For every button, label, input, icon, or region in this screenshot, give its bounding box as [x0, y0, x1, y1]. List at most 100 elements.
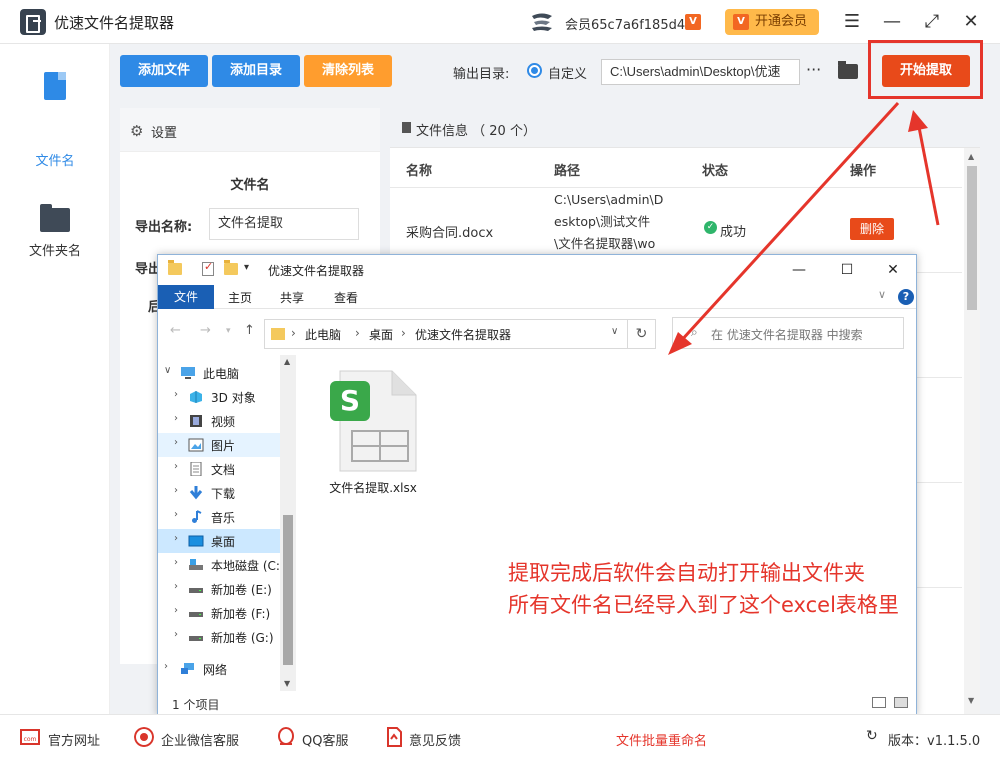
refresh-version-icon[interactable]: ↻	[866, 728, 878, 744]
breadcrumb-this-pc[interactable]: 此电脑	[305, 326, 341, 343]
column-header-name[interactable]: 名称	[406, 160, 432, 179]
computer-icon	[181, 367, 195, 379]
add-dir-button[interactable]: 添加目录	[212, 55, 300, 87]
properties-icon[interactable]	[202, 260, 214, 276]
tree-item-drive-f[interactable]: › 新加卷 (F:)	[158, 601, 280, 625]
chevron-down-icon[interactable]: ∨	[164, 365, 171, 376]
forward-icon[interactable]: →	[200, 323, 211, 338]
tree-item-downloads[interactable]: › 下载	[158, 481, 280, 505]
tree-item-desktop[interactable]: › 桌面	[158, 529, 280, 553]
close-icon[interactable]: ✕	[959, 10, 983, 34]
tab-home[interactable]: 主页	[228, 289, 252, 306]
file-list-scrollbar[interactable]: ▲ ▼	[964, 148, 980, 714]
breadcrumb-current[interactable]: 优速文件名提取器	[415, 326, 511, 343]
add-file-button[interactable]: 添加文件	[120, 55, 208, 87]
up-icon[interactable]: ↑	[244, 323, 255, 338]
tree-item-drive-c[interactable]: › 本地磁盘 (C:	[158, 553, 280, 577]
sidebar-item-folder-name[interactable]: 文件夹名	[0, 196, 110, 266]
chevron-right-icon[interactable]: ›	[174, 389, 178, 400]
navigation-pane: ∨ 此电脑 › 3D 对象 › 视频 › 图片 › 文档 › 下载 › 音乐 ›…	[158, 353, 298, 691]
navigation-scrollbar[interactable]: ▲ ▼	[280, 355, 296, 691]
chevron-right-icon[interactable]: ›	[174, 533, 178, 544]
tree-item-documents[interactable]: › 文档	[158, 457, 280, 481]
column-header-path[interactable]: 路径	[554, 160, 580, 179]
export-name-label: 导出名称:	[135, 220, 193, 235]
chevron-right-icon[interactable]: ›	[174, 509, 178, 520]
scroll-up-icon[interactable]: ▲	[284, 357, 290, 366]
tree-item-3d-objects[interactable]: › 3D 对象	[158, 385, 280, 409]
tab-view[interactable]: 查看	[334, 289, 358, 306]
explorer-title: 优速文件名提取器	[268, 264, 365, 278]
address-dropdown-icon[interactable]: ∨	[611, 326, 618, 337]
video-icon	[190, 415, 202, 427]
column-header-status[interactable]: 状态	[702, 160, 728, 179]
chevron-right-icon[interactable]: ›	[164, 661, 168, 672]
chevron-right-icon[interactable]: ›	[174, 437, 178, 448]
tab-share[interactable]: 共享	[280, 289, 304, 306]
column-header-action[interactable]: 操作	[850, 160, 876, 179]
search-input[interactable]: ⌕ 在 优速文件名提取器 中搜索	[672, 317, 904, 349]
success-icon: ✓	[704, 221, 717, 234]
open-folder-icon[interactable]	[838, 61, 858, 79]
custom-radio[interactable]	[527, 63, 542, 78]
details-view-icon[interactable]	[872, 697, 886, 708]
breadcrumb-desktop[interactable]: 桌面	[369, 326, 393, 343]
minimize-icon[interactable]: —	[880, 10, 904, 34]
export-name-input[interactable]: 文件名提取	[209, 208, 359, 240]
explorer-title-bar: ▾ 优速文件名提取器 — ☐ ✕	[158, 255, 916, 285]
chevron-right-icon[interactable]: ›	[174, 557, 178, 568]
tree-item-this-pc[interactable]: ∨ 此电脑	[158, 361, 280, 385]
tree-item-music[interactable]: › 音乐	[158, 505, 280, 529]
tree-item-label: 本地磁盘 (C:	[211, 559, 280, 573]
maximize-icon[interactable]: ⤢	[920, 10, 944, 34]
explorer-minimize-icon[interactable]: —	[784, 259, 814, 281]
tab-file[interactable]: 文件	[158, 285, 214, 309]
scroll-down-icon[interactable]: ▼	[968, 696, 974, 705]
refresh-icon[interactable]: ↻	[628, 319, 656, 349]
explorer-maximize-icon[interactable]: ☐	[832, 259, 862, 281]
tree-item-drive-e[interactable]: › 新加卷 (E:)	[158, 577, 280, 601]
tree-item-pictures[interactable]: › 图片	[158, 433, 280, 457]
scroll-thumb[interactable]	[283, 515, 293, 665]
back-icon[interactable]: ←	[170, 323, 181, 338]
recent-dropdown-icon[interactable]: ▾	[226, 326, 231, 336]
scroll-thumb[interactable]	[967, 166, 977, 310]
help-icon[interactable]: ?	[898, 289, 914, 305]
address-bar[interactable]: › 此电脑 › 桌面 › 优速文件名提取器 ∨	[264, 319, 628, 349]
sidebar-item-file-name[interactable]: 文件名	[0, 66, 110, 169]
output-path-field[interactable]: C:\Users\admin\Desktop\优速	[601, 59, 800, 85]
chevron-right-icon[interactable]: ›	[174, 461, 178, 472]
start-extract-button[interactable]: 开始提取	[882, 55, 970, 87]
tree-item-label: 网络	[203, 663, 228, 677]
tree-item-drive-g[interactable]: › 新加卷 (G:)	[158, 625, 280, 649]
member-id: 会员65c7a6f185d4	[565, 18, 686, 33]
large-icons-view-icon[interactable]	[894, 697, 908, 708]
clear-list-button[interactable]: 清除列表	[304, 55, 392, 87]
file-info-title: 文件信息 （ 20 个）	[416, 124, 536, 139]
wechat-support-link[interactable]: 企业微信客服	[161, 730, 239, 749]
chevron-right-icon[interactable]: ›	[174, 605, 178, 616]
qq-support-link[interactable]: QQ客服	[302, 730, 348, 749]
tree-item-network[interactable]: › 网络	[158, 657, 280, 681]
chevron-right-icon[interactable]: ›	[174, 485, 178, 496]
breadcrumb-separator: ›	[401, 326, 406, 340]
quick-access-dropdown-icon[interactable]: ▾	[244, 262, 249, 273]
delete-button[interactable]: 删除	[850, 218, 894, 240]
item-count: 1 个项目	[172, 698, 220, 712]
feedback-link[interactable]: 意见反馈	[409, 730, 461, 749]
explorer-close-icon[interactable]: ✕	[878, 259, 908, 281]
scroll-up-icon[interactable]: ▲	[968, 152, 974, 161]
open-vip-button[interactable]: V 开通会员	[725, 9, 819, 35]
file-item[interactable]: S 文件名提取.xlsx	[298, 353, 448, 503]
menu-icon[interactable]: ☰	[840, 10, 864, 34]
chevron-right-icon[interactable]: ›	[174, 413, 178, 424]
tree-item-videos[interactable]: › 视频	[158, 409, 280, 433]
new-folder-icon[interactable]	[224, 260, 238, 275]
scroll-down-icon[interactable]: ▼	[284, 679, 290, 688]
ribbon-expand-icon[interactable]: ∨	[878, 288, 886, 301]
batch-rename-link[interactable]: 文件批量重命名	[616, 730, 707, 749]
chevron-right-icon[interactable]: ›	[174, 629, 178, 640]
more-options-icon[interactable]: ···	[806, 60, 821, 79]
official-site-link[interactable]: 官方网址	[48, 730, 100, 749]
chevron-right-icon[interactable]: ›	[174, 581, 178, 592]
